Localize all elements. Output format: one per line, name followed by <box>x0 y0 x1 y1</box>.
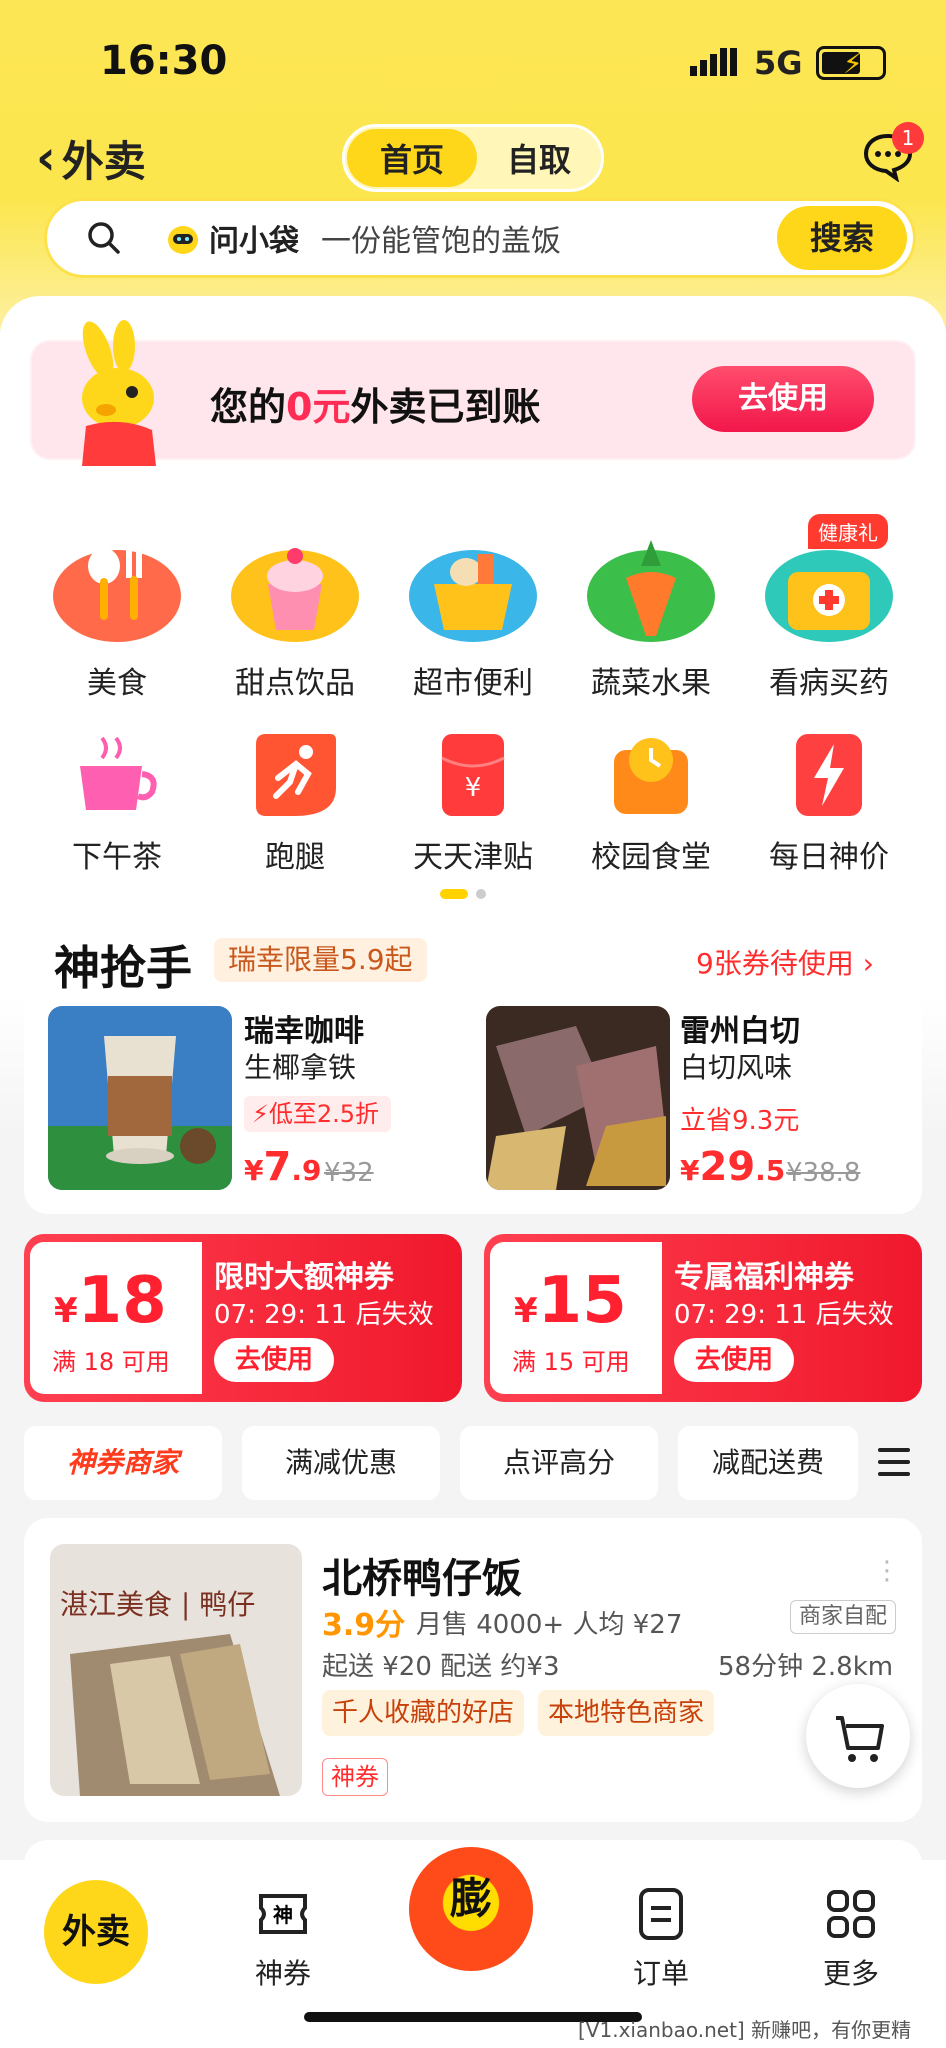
search-input[interactable]: 一份能管饱的盖饭 <box>321 216 777 260</box>
cart-icon <box>836 1716 884 1762</box>
category-daily-deals[interactable]: 每日神价 <box>754 730 904 876</box>
shop-sales: 月售 4000+ 人均 ¥27 <box>416 1610 683 1640</box>
back-button[interactable]: ‹ 外卖 <box>36 130 176 186</box>
promo-use-button[interactable]: 去使用 <box>692 366 874 432</box>
dessert-icon <box>231 548 359 642</box>
coupon-title: 专属福利神券 <box>674 1260 854 1295</box>
category-supermarket[interactable]: 超市便利 <box>398 526 548 702</box>
order-list-icon <box>639 1888 683 1940</box>
coupon-use-button[interactable]: 去使用 <box>214 1338 334 1382</box>
shop-tag: 千人收藏的好店 <box>322 1690 525 1736</box>
svg-text:¥: ¥ <box>465 773 482 803</box>
more-options-icon[interactable]: ⋮ <box>874 1556 900 1586</box>
coupons-pending-link[interactable]: 9张券待使用 › <box>696 942 874 982</box>
product-name: 瑞幸咖啡 <box>244 1014 364 1049</box>
category-vegetables[interactable]: 蔬菜水果 <box>576 526 726 702</box>
basket-icon <box>409 550 537 642</box>
grid-icon <box>827 1890 875 1938</box>
luckin-product-image[interactable] <box>48 1006 232 1190</box>
health-gift-badge: 健康礼 <box>808 514 888 549</box>
coupon-title: 限时大额神券 <box>214 1260 394 1295</box>
search-bar[interactable]: 问小袋 一份能管饱的盖饭 搜索 <box>44 198 916 278</box>
coupon-icon: 神 <box>259 1894 307 1934</box>
product-price: ¥7.9 <box>244 1144 322 1190</box>
status-time: 16:30 <box>100 38 228 84</box>
shop-image[interactable]: 湛江美食 | 鸭仔 <box>50 1544 302 1796</box>
lightning-icon <box>796 734 862 816</box>
product-sub: 生椰拿铁 <box>244 1051 357 1084</box>
shop-eta: 58分钟 2.8km <box>718 1652 894 1682</box>
clock-icon <box>614 738 688 814</box>
svg-text:湛江美食 | 鸭仔: 湛江美食 | 鸭仔 <box>60 1588 255 1621</box>
original-price: ¥38.8 <box>786 1158 861 1188</box>
coupon-card[interactable]: ¥18 满 18 可用 限时大额神券 07: 29: 11 后失效 去使用 <box>24 1234 462 1402</box>
shop-name[interactable]: 北桥鸭仔饭 <box>322 1546 522 1604</box>
product-price: ¥29.5 <box>680 1144 786 1190</box>
page-title: 外卖 <box>61 136 146 186</box>
tab-takeout[interactable]: 外卖 <box>44 1880 148 1984</box>
coupon-amount: 15 <box>537 1264 627 1338</box>
category-food[interactable]: 美食 <box>42 526 192 702</box>
coupon-amount: 18 <box>77 1264 167 1338</box>
shop-min-order: 起送 ¥20 配送 约¥3 <box>322 1652 560 1682</box>
category-afternoon-tea[interactable]: 下午茶 <box>42 730 192 876</box>
discount-badge: ⚡低至2.5折 <box>244 1096 392 1132</box>
coupon-condition: 满 18 可用 <box>52 1348 170 1376</box>
tab-pickup[interactable]: 自取 <box>477 135 601 181</box>
deal-title: 神抢手 <box>54 941 192 995</box>
promo-text: 您的0元外卖已到账 <box>210 385 541 429</box>
coupon-countdown: 07: 29: 11 后失效 <box>674 1300 894 1330</box>
coupon-use-button[interactable]: 去使用 <box>674 1338 794 1382</box>
spoon-fork-icon <box>53 548 181 642</box>
deal-tag[interactable]: 瑞幸限量5.9起 <box>214 938 427 982</box>
search-button[interactable]: 搜索 <box>777 206 907 270</box>
assistant-name: 问小袋 <box>209 224 299 259</box>
filter-delivery-fee[interactable]: 减配送费 <box>678 1426 858 1500</box>
saving-label: 立省9.3元 <box>680 1106 800 1136</box>
tab-boost[interactable]: 膨 <box>404 1842 538 1976</box>
signal-icon <box>690 48 737 76</box>
search-icon <box>88 222 120 254</box>
cart-button[interactable] <box>806 1684 910 1788</box>
watermark: [V1.xianbao.net] 新赚吧，有你更精彩！ <box>578 2018 912 2048</box>
teacup-icon <box>80 736 157 810</box>
tab-orders[interactable]: 订单 <box>606 1884 716 1992</box>
category-errand[interactable]: 跑腿 <box>220 730 370 876</box>
page-indicator <box>440 884 494 903</box>
menu-icon[interactable] <box>876 1444 912 1480</box>
tab-home-page[interactable]: 首页 <box>347 129 477 187</box>
network-label: 5G <box>754 44 803 82</box>
duck-product-image[interactable] <box>486 1006 670 1190</box>
shop-coupon-tag: 神券 <box>322 1758 388 1796</box>
red-envelope-icon: ¥ <box>441 734 505 816</box>
battery-icon: ⚡ <box>816 46 886 80</box>
coupon-countdown: 07: 29: 11 后失效 <box>214 1300 434 1330</box>
coupon-card[interactable]: ¥15 满 15 可用 专属福利神券 07: 29: 11 后失效 去使用 <box>484 1234 922 1402</box>
category-dessert[interactable]: 甜点饮品 <box>220 526 370 702</box>
segmented-control: 首页 自取 <box>342 124 604 192</box>
filter-coupon-shops[interactable]: 神券商家 <box>24 1426 222 1500</box>
lightning-icon: ⚡ <box>252 1100 269 1128</box>
message-badge: 1 <box>892 122 924 154</box>
category-campus-canteen[interactable]: 校园食堂 <box>576 730 726 876</box>
rabbit-mascot-icon <box>82 320 156 466</box>
filter-discounts[interactable]: 满减优惠 <box>242 1426 440 1500</box>
tab-more[interactable]: 更多 <box>796 1884 906 1992</box>
carrot-icon <box>587 540 715 642</box>
tab-coupons[interactable]: 神 神券 <box>228 1884 338 1992</box>
shop-rating: 3.9分 <box>322 1608 406 1643</box>
category-medicine[interactable]: 看病买药 <box>754 526 904 702</box>
chevron-left-icon: ‹ <box>36 130 56 186</box>
original-price: ¥32 <box>324 1158 374 1188</box>
shop-tag: 本地特色商家 <box>538 1690 715 1736</box>
svg-text:神: 神 <box>273 1903 293 1927</box>
assistant-bot-icon <box>168 226 198 254</box>
product-name: 雷州白切 <box>680 1014 800 1049</box>
self-delivery-tag: 商家自配 <box>790 1600 897 1634</box>
runner-icon <box>256 734 336 816</box>
category-daily-subsidy[interactable]: ¥ 天天津贴 <box>398 730 548 876</box>
filter-high-rating[interactable]: 点评高分 <box>460 1426 658 1500</box>
coupon-condition: 满 15 可用 <box>512 1348 630 1376</box>
product-sub: 白切风味 <box>680 1051 793 1084</box>
